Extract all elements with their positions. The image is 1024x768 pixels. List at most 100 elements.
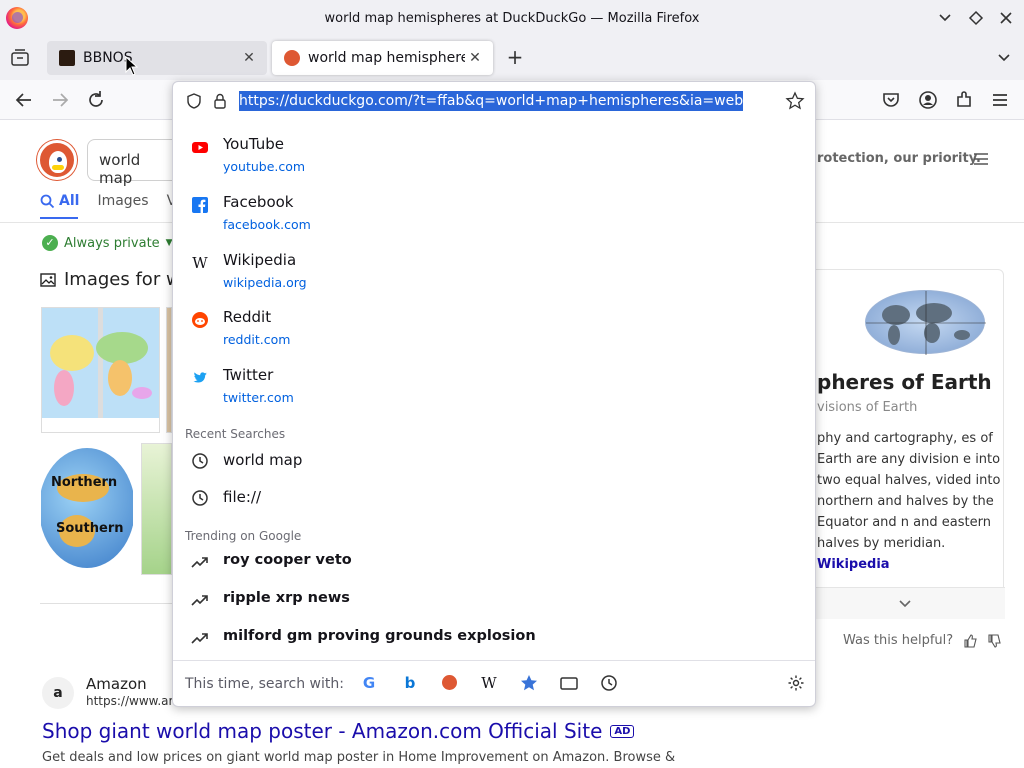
- trending-text: roy cooper veto: [223, 552, 352, 568]
- app-menu-icon[interactable]: [989, 89, 1011, 111]
- recent-searches-label: Recent Searches: [185, 427, 286, 441]
- suggestion-url: youtube.com: [223, 159, 306, 174]
- suggestion-title: Reddit: [223, 308, 272, 326]
- duckduckgo-engine-icon[interactable]: [439, 673, 459, 693]
- duckduckgo-logo-icon[interactable]: [37, 140, 77, 180]
- suggestion-wikipedia[interactable]: W Wikipedia wikipedia.org: [173, 242, 815, 298]
- close-window-icon[interactable]: [997, 9, 1015, 27]
- wikipedia-link[interactable]: Wikipedia: [817, 557, 890, 572]
- southern-label: Southern: [56, 521, 124, 536]
- history-clock-icon[interactable]: [599, 673, 619, 693]
- always-private-toggle[interactable]: ✓ Always private ▼: [42, 235, 173, 251]
- bookmarks-star-icon[interactable]: [519, 673, 539, 693]
- youtube-icon: [192, 142, 208, 153]
- tracking-protection-shield-icon[interactable]: [185, 92, 203, 110]
- firefox-logo-icon: [6, 7, 28, 29]
- result-site-name[interactable]: Amazon: [86, 675, 147, 693]
- suggestion-url: facebook.com: [223, 217, 311, 232]
- recent-search-text: world map: [223, 451, 303, 469]
- suggestion-twitter[interactable]: Twitter twitter.com: [173, 357, 815, 413]
- result-title: Shop giant world map poster - Amazon.com…: [42, 719, 603, 743]
- suggestion-youtube[interactable]: YouTube youtube.com: [173, 126, 815, 182]
- search-tabs: All Images Vi: [40, 193, 180, 219]
- suggestion-title: Wikipedia: [223, 251, 297, 269]
- tab-world-map[interactable]: world map hemispheres ✕: [272, 41, 493, 75]
- trending-arrow-icon: [191, 557, 208, 568]
- search-with-label: This time, search with:: [185, 676, 344, 692]
- wikipedia-icon: W: [192, 254, 208, 272]
- back-icon[interactable]: [13, 89, 35, 111]
- trending-item[interactable]: milford gm proving grounds explosion: [173, 621, 815, 655]
- tab-bbnos[interactable]: BBNOS ✕: [47, 41, 267, 75]
- expand-panel-button[interactable]: [805, 587, 1005, 619]
- panel-description-text: phy and cartography, es of Earth are any…: [817, 431, 1001, 551]
- suggestion-title: Twitter: [223, 366, 274, 384]
- result-snippet: Get deals and low prices on giant world …: [42, 750, 676, 765]
- reload-icon[interactable]: [85, 89, 107, 111]
- ad-badge: AD: [610, 724, 635, 738]
- tab-all[interactable]: All: [40, 193, 80, 219]
- result-title-link[interactable]: Shop giant world map poster - Amazon.com…: [42, 719, 635, 743]
- clock-icon: [192, 453, 208, 469]
- protection-tagline: rotection, our priority.: [817, 151, 981, 166]
- globe-image: [57, 474, 109, 547]
- facebook-icon: [192, 197, 208, 213]
- northern-label: Northern: [51, 475, 118, 490]
- image-icon: [40, 272, 56, 287]
- tab-all-label: All: [59, 193, 80, 209]
- new-tab-button[interactable]: +: [503, 46, 527, 70]
- suggestion-title: Facebook: [223, 193, 294, 211]
- bing-engine-icon[interactable]: b: [400, 673, 420, 693]
- amazon-favicon-icon: a: [42, 677, 74, 709]
- bookmark-star-icon[interactable]: [785, 91, 805, 111]
- tab-label: BBNOS: [83, 50, 133, 66]
- image-thumbnail[interactable]: Northern Southern: [41, 443, 133, 575]
- trending-arrow-icon: [191, 595, 208, 606]
- images-heading-label: Images for w: [64, 269, 181, 290]
- suggestion-facebook[interactable]: Facebook facebook.com: [173, 184, 815, 240]
- images-heading[interactable]: Images for w: [40, 269, 181, 290]
- panel-subtitle: visions of Earth: [817, 400, 918, 415]
- list-all-tabs-icon[interactable]: [994, 48, 1014, 68]
- lock-icon[interactable]: [211, 92, 229, 110]
- twitter-icon: [193, 372, 207, 383]
- tab-close-icon[interactable]: ✕: [465, 48, 485, 68]
- address-bar[interactable]: https://duckduckgo.com/?t=ffab&q=world+m…: [173, 82, 815, 120]
- duckduckgo-favicon-icon: [284, 50, 300, 66]
- mouse-pointer-icon: [125, 56, 139, 76]
- suggestion-url: twitter.com: [223, 390, 294, 405]
- url-input[interactable]: https://duckduckgo.com/?t=ffab&q=world+m…: [239, 91, 744, 111]
- globe-map-image: [865, 290, 986, 355]
- thumbs-up-icon[interactable]: [963, 633, 977, 648]
- knowledge-panel: pheres of Earth visions of Earth phy and…: [804, 269, 1005, 619]
- one-off-search-bar: This time, search with: G b W: [173, 660, 815, 706]
- result-url[interactable]: https://www.ar: [86, 694, 173, 708]
- search-settings-gear-icon[interactable]: [787, 674, 805, 692]
- extensions-icon[interactable]: [953, 89, 975, 111]
- wikipedia-engine-icon[interactable]: W: [479, 673, 499, 693]
- minimize-icon[interactable]: [936, 9, 954, 27]
- world-map-image: [42, 332, 159, 432]
- recent-search-item[interactable]: world map: [173, 444, 815, 478]
- trending-item[interactable]: roy cooper veto: [173, 545, 815, 579]
- title-bar: world map hemispheres at DuckDuckGo — Mo…: [0, 0, 1024, 36]
- recent-search-text: file://: [223, 488, 262, 506]
- account-icon[interactable]: [917, 89, 939, 111]
- trending-label: Trending on Google: [185, 529, 302, 543]
- trending-item[interactable]: ripple xrp news: [173, 583, 815, 617]
- image-thumbnail[interactable]: [141, 443, 172, 575]
- pocket-icon[interactable]: [880, 89, 902, 111]
- tab-close-icon[interactable]: ✕: [239, 48, 259, 68]
- image-thumbnail[interactable]: [41, 307, 160, 433]
- suggestion-url: wikipedia.org: [223, 275, 307, 290]
- tabs-icon[interactable]: [559, 673, 579, 693]
- thumbs-down-icon[interactable]: [987, 633, 1001, 648]
- maximize-icon[interactable]: [967, 9, 985, 27]
- google-engine-icon[interactable]: G: [359, 673, 379, 693]
- suggestion-reddit[interactable]: Reddit reddit.com: [173, 299, 815, 355]
- tab-images[interactable]: Images: [97, 193, 148, 209]
- menu-icon[interactable]: [973, 152, 989, 166]
- tab-list-icon[interactable]: [8, 46, 32, 70]
- forward-icon[interactable]: [49, 89, 71, 111]
- recent-search-item[interactable]: file://: [173, 481, 815, 515]
